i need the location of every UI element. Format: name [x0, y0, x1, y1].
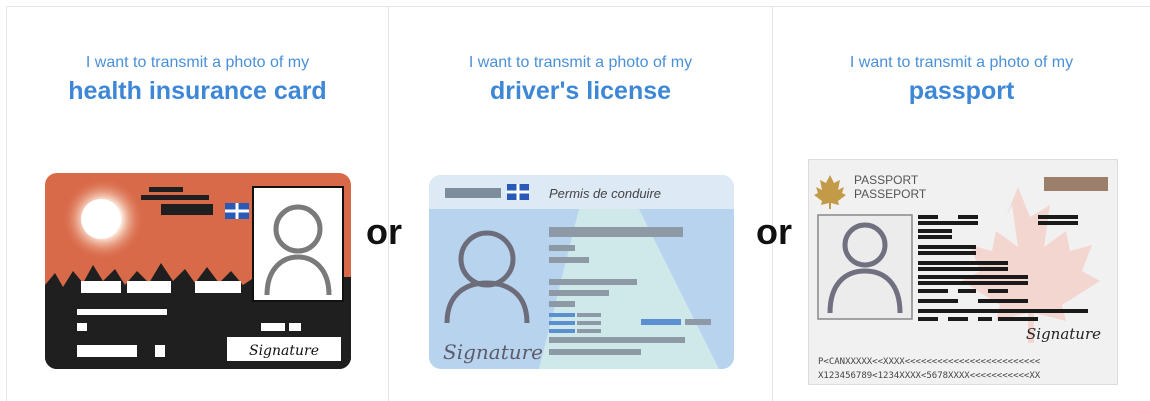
drivers-license-option[interactable]: I want to transmit a photo of my driver'… — [389, 7, 773, 401]
passport-option[interactable]: I want to transmit a photo of my passpor… — [773, 7, 1150, 401]
option-document-name: driver's license — [489, 77, 672, 105]
signature-text: Signature — [443, 340, 543, 364]
passport-title-en: PASSPORT — [854, 173, 919, 187]
passport-illustration: PASSPORT PASSEPORT Signature P<CANXXXXX<… — [808, 159, 1118, 385]
option-intro-text: I want to transmit a photo of my — [849, 54, 1074, 71]
option-intro-text: I want to transmit a photo of my — [85, 54, 310, 71]
coat-of-arms-icon — [1044, 177, 1108, 191]
option-document-name: passport — [908, 77, 1015, 105]
drivers-license-illustration: Permis de conduire Signature — [429, 175, 734, 369]
passport-title-fr: PASSEPORT — [854, 187, 927, 201]
document-choice-grid: I want to transmit a photo of my health … — [6, 6, 1150, 401]
license-title: Permis de conduire — [549, 186, 661, 201]
mrz-line-2: X123456789<1234XXXX<5678XXXX<<<<<<<<<<<X… — [818, 371, 1041, 381]
signature-text: Signature — [1026, 325, 1101, 343]
option-document-name: health insurance card — [68, 77, 327, 105]
health-card-option[interactable]: I want to transmit a photo of my health … — [6, 7, 389, 401]
mrz-line-1: P<CANXXXXX<<XXXX<<<<<<<<<<<<<<<<<<<<<<<<… — [818, 357, 1041, 367]
health-insurance-card-illustration: Signature — [45, 173, 351, 369]
option-intro-text: I want to transmit a photo of my — [468, 54, 693, 71]
signature-text: Signature — [249, 343, 319, 359]
